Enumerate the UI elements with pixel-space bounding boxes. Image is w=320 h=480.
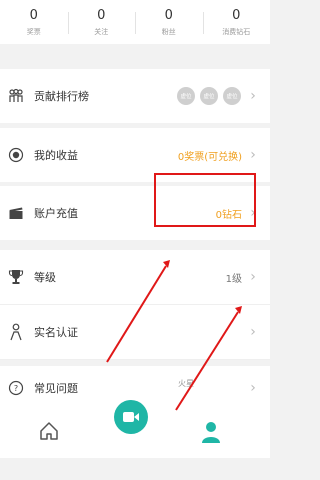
clapperboard-icon	[8, 204, 24, 222]
rank-badge: 虚位	[177, 87, 195, 105]
live-camera-icon[interactable]	[114, 400, 148, 434]
person-icon	[8, 323, 24, 341]
menu-label: 实名认证	[34, 326, 78, 339]
divider	[0, 359, 270, 360]
stat-fans[interactable]: 0 粉丝	[135, 0, 203, 44]
stat-value: 0	[29, 7, 38, 23]
chevron-right-icon: ›	[250, 324, 256, 340]
menu-label: 常见问题	[34, 382, 78, 395]
menu-label: 贡献排行榜	[34, 90, 89, 103]
people-icon	[8, 87, 24, 105]
level-value: 1级	[225, 273, 242, 285]
chevron-right-icon: ›	[250, 147, 256, 163]
svg-text:?: ?	[14, 384, 18, 393]
overlay-hint: 火星	[178, 379, 194, 388]
trophy-icon	[8, 268, 24, 286]
chevron-right-icon: ›	[250, 269, 256, 285]
menu-item-ranking[interactable]: 贡献排行榜 虚位 虚位 虚位 ›	[0, 69, 270, 123]
stat-following[interactable]: 0 关注	[67, 0, 136, 44]
stat-label: 奖票	[26, 27, 41, 36]
stat-label: 关注	[94, 27, 109, 36]
stat-value: 0	[97, 7, 106, 23]
menu-item-level[interactable]: 等级 1级 ›	[0, 250, 270, 304]
stat-label: 消费钻石	[222, 27, 251, 36]
highlight-box	[154, 173, 256, 227]
question-icon: ?	[8, 379, 24, 397]
menu-label: 等级	[34, 271, 56, 284]
user-icon[interactable]	[200, 420, 222, 444]
stat-tickets[interactable]: 0 奖票	[0, 0, 68, 44]
stat-label: 粉丝	[161, 27, 176, 36]
chevron-right-icon: ›	[250, 380, 256, 396]
income-value: 0奖票(可兑换)	[177, 151, 242, 163]
stat-value: 0	[164, 7, 173, 23]
rank-badge: 虚位	[200, 87, 218, 105]
rank-badge: 虚位	[223, 87, 241, 105]
stats-bar: 0 奖票 0 关注 0 粉丝 0 消费钻石	[0, 0, 270, 44]
menu-label: 我的收益	[34, 149, 78, 162]
stat-value: 0	[232, 7, 241, 23]
menu-item-verify[interactable]: 实名认证 ›	[0, 305, 270, 359]
income-icon	[8, 146, 24, 164]
home-icon[interactable]	[38, 420, 60, 442]
chevron-right-icon: ›	[250, 88, 256, 104]
stat-diamonds-spent[interactable]: 0 消费钻石	[202, 0, 271, 44]
